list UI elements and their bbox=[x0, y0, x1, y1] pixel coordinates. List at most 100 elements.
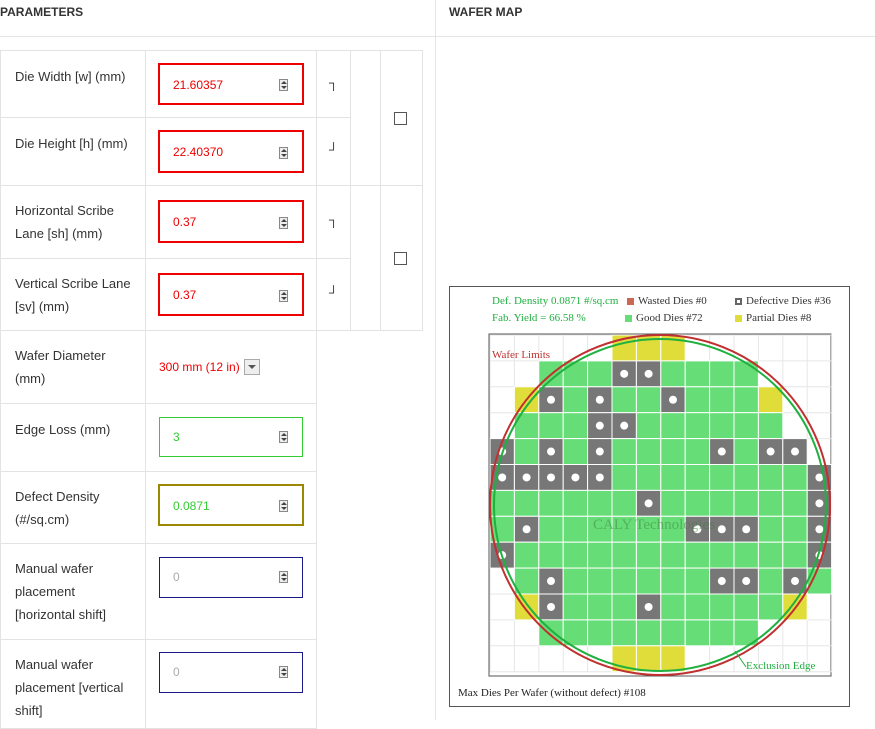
good-die bbox=[587, 360, 613, 388]
manual-v-label-line2: placement [vertical bbox=[15, 680, 124, 695]
v-scribe-spinner-icon[interactable] bbox=[279, 290, 288, 302]
good-die bbox=[587, 541, 613, 569]
bracket-cell-1: ┐ bbox=[316, 50, 351, 118]
parameters-header: PARAMETERS bbox=[0, 5, 84, 19]
v-scribe-label-cell: Vertical Scribe Lane [sv] (mm) bbox=[0, 258, 146, 331]
wafer-diameter-label-cell: Wafer Diameter (mm) bbox=[0, 330, 146, 404]
v-scribe-label-line2: [sv] (mm) bbox=[15, 299, 70, 314]
good-die bbox=[709, 464, 735, 491]
good-die bbox=[684, 619, 711, 647]
good-die bbox=[562, 593, 589, 621]
partial-die bbox=[660, 645, 686, 673]
defect-dot-icon bbox=[547, 577, 555, 586]
die-height-label-cell: Die Height [h] (mm) bbox=[0, 117, 146, 186]
defect-dot-icon bbox=[547, 473, 555, 482]
wafer-diameter-select[interactable]: 300 mm (12 in) bbox=[159, 358, 260, 376]
good-die bbox=[562, 412, 589, 440]
good-die bbox=[757, 567, 784, 595]
exclusion-edge-label: Exclusion Edge bbox=[746, 660, 816, 672]
die-width-spinner-icon[interactable] bbox=[279, 79, 288, 91]
chevron-down-icon[interactable] bbox=[243, 358, 260, 375]
defect-dot-icon bbox=[717, 447, 726, 456]
good-die bbox=[757, 412, 784, 440]
good-die bbox=[733, 386, 759, 414]
good-die bbox=[611, 541, 637, 569]
defect-density-spinner-icon[interactable] bbox=[279, 500, 288, 512]
lock-checkbox-cell-2 bbox=[380, 185, 423, 331]
watermark-text: CALY Technologies bbox=[593, 517, 716, 533]
wafer-diameter-label-line2: (mm) bbox=[15, 371, 46, 386]
good-die bbox=[709, 619, 735, 647]
defect-dot-icon bbox=[595, 447, 604, 456]
good-die bbox=[709, 386, 735, 414]
manual-h-spinner-icon[interactable] bbox=[279, 571, 288, 583]
defect-dot-icon bbox=[547, 395, 555, 404]
h-scribe-label-cell: Horizontal Scribe Lane [sh] (mm) bbox=[0, 185, 146, 259]
good-die bbox=[684, 412, 711, 440]
good-die bbox=[782, 464, 808, 491]
good-die bbox=[635, 619, 662, 647]
v-scribe-input[interactable]: 0.37 bbox=[158, 273, 304, 316]
defect-density-value: 0.0871 bbox=[173, 499, 210, 513]
partial-die bbox=[635, 645, 662, 673]
good-die bbox=[562, 541, 589, 569]
edge-loss-input[interactable]: 3 bbox=[159, 417, 303, 457]
good-die bbox=[562, 438, 589, 466]
defect-density-label-line1: Defect Density bbox=[15, 489, 100, 504]
good-die bbox=[733, 541, 759, 569]
good-die bbox=[684, 386, 711, 414]
v-scribe-value: 0.37 bbox=[173, 288, 197, 302]
manual-h-input[interactable]: 0 bbox=[159, 557, 303, 598]
good-die bbox=[538, 412, 564, 440]
h-scribe-input[interactable]: 0.37 bbox=[158, 200, 304, 243]
column-divider bbox=[435, 0, 436, 720]
good-die bbox=[660, 360, 686, 388]
good-die bbox=[635, 412, 662, 440]
good-die bbox=[635, 567, 662, 595]
good-die bbox=[587, 593, 613, 621]
lock-scribe-checkbox[interactable] bbox=[394, 252, 407, 265]
max-dies-footer: Max Dies Per Wafer (without defect) #108 bbox=[458, 687, 646, 699]
manual-h-label-line1: Manual wafer bbox=[15, 561, 94, 576]
edge-loss-label: Edge Loss (mm) bbox=[15, 422, 111, 437]
h-scribe-label-line2: Lane [sh] (mm) bbox=[15, 226, 103, 241]
defect-dot-icon bbox=[742, 577, 751, 586]
good-die bbox=[587, 489, 613, 517]
defect-dot-icon bbox=[717, 577, 726, 586]
defect-dot-icon bbox=[595, 421, 604, 430]
edge-loss-spinner-icon[interactable] bbox=[279, 431, 288, 443]
h-scribe-label-line1: Horizontal Scribe bbox=[15, 203, 114, 218]
good-die bbox=[709, 412, 735, 440]
good-die bbox=[684, 464, 711, 491]
good-die bbox=[660, 438, 686, 466]
good-die bbox=[684, 541, 711, 569]
die-height-label: Die Height [h] (mm) bbox=[15, 136, 128, 151]
good-die bbox=[611, 386, 637, 414]
good-die bbox=[538, 489, 564, 517]
good-die bbox=[635, 541, 662, 569]
die-height-input[interactable]: 22.40370 bbox=[158, 130, 304, 173]
good-die bbox=[611, 567, 637, 595]
manual-v-label-line1: Manual wafer bbox=[15, 657, 94, 672]
good-die bbox=[782, 541, 808, 569]
defect-dot-icon bbox=[595, 395, 604, 404]
manual-v-input[interactable]: 0 bbox=[159, 652, 303, 693]
bracket-cell-4: ┘ bbox=[316, 258, 351, 331]
manual-v-spinner-icon[interactable] bbox=[279, 666, 288, 678]
good-die bbox=[611, 619, 637, 647]
manual-v-label-line3: shift] bbox=[15, 703, 43, 718]
lock-die-size-checkbox[interactable] bbox=[394, 112, 407, 125]
good-die bbox=[611, 593, 637, 621]
die-height-value: 22.40370 bbox=[173, 145, 224, 159]
h-scribe-spinner-icon[interactable] bbox=[279, 217, 288, 229]
good-die bbox=[684, 489, 711, 517]
good-die bbox=[660, 593, 686, 621]
good-die bbox=[538, 515, 564, 543]
good-die bbox=[709, 593, 735, 621]
defect-dot-icon bbox=[791, 447, 799, 456]
defect-density-input[interactable]: 0.0871 bbox=[158, 484, 304, 526]
die-width-input[interactable]: 21.60357 bbox=[158, 63, 304, 105]
die-height-spinner-icon[interactable] bbox=[279, 147, 288, 159]
lock-checkbox-cell-1 bbox=[380, 50, 423, 186]
good-die bbox=[757, 541, 784, 569]
